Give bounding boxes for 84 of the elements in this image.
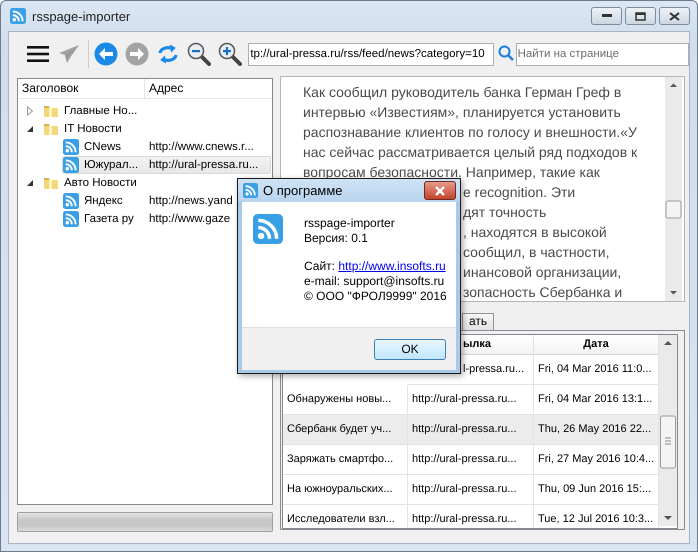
folder-icon <box>43 175 59 191</box>
collapse-arrow-icon[interactable] <box>26 179 34 187</box>
tree-item[interactable]: Южурал... http://ural-pressa.ru... <box>62 156 271 174</box>
table-cell: На южноуральских... <box>283 475 408 505</box>
tab[interactable]: ать <box>462 313 494 330</box>
table-cell: http://ural-pressa.ru... <box>412 423 517 435</box>
address-field[interactable]: tp://ural-pressa.ru/rss/feed/news?category=10 <box>248 42 494 66</box>
table-cell: Заряжать смартфо... <box>283 445 408 475</box>
folder-icon <box>43 121 59 137</box>
collapse-arrow-icon[interactable] <box>26 125 34 133</box>
minimize-button[interactable] <box>591 7 622 25</box>
table-cell: http://ural-pressa.ru... <box>412 513 517 525</box>
maximize-button[interactable] <box>625 7 656 25</box>
scrollbar[interactable] <box>665 77 682 301</box>
rss-icon <box>10 8 26 24</box>
tree-item[interactable]: Яндекс http://news.yand <box>62 192 234 210</box>
table-cell: l-pressa.ru... <box>463 363 524 375</box>
table-cell: Исследователи взл... <box>283 505 408 528</box>
close-button[interactable] <box>424 181 456 200</box>
article-line: Как сообщил руководитель банка Герман Греф в <box>303 83 622 102</box>
ok-button[interactable]: OK <box>374 338 446 360</box>
site-label: Сайт: <box>304 259 336 273</box>
rss-icon <box>243 183 258 198</box>
article-line: интервью «Известиям», планируется установить <box>303 103 621 122</box>
tree-item-title: Южурал... <box>84 159 140 171</box>
tree-item-title: CNews <box>84 141 122 153</box>
tree-item[interactable]: Главные Но... <box>42 102 138 120</box>
rss-icon <box>253 214 283 244</box>
rss-icon <box>63 157 79 173</box>
app-name: rsspage-importer <box>304 216 396 231</box>
minimize-icon[interactable] <box>602 14 612 18</box>
tree-item-title: IT Новости <box>64 123 122 135</box>
article-line: , находятся в высокой <box>463 223 607 242</box>
article-line: сообщил, в частности, <box>463 243 610 262</box>
menu-icon[interactable] <box>27 45 50 63</box>
feed-address: http://www.cnews.r... <box>149 141 254 153</box>
tree-item-title: Авто Новости <box>64 177 137 189</box>
feed-address: http://www.gaze <box>149 213 230 225</box>
table-cell: http://ural-pressa.ru... <box>412 483 517 495</box>
scrollbar[interactable] <box>659 335 677 526</box>
column-header[interactable]: Заголовок <box>18 79 145 98</box>
tree-item-title: Главные Но... <box>64 105 138 117</box>
maximize-icon[interactable] <box>635 12 646 20</box>
rss-icon <box>63 139 79 155</box>
search-field[interactable]: Найти на странице <box>516 42 690 66</box>
column-header[interactable]: ылка <box>463 338 492 350</box>
copyright-text: © ООО "ФРОЛ9999" 2016 <box>304 289 447 304</box>
email-text: e-mail: support@insofts.ru <box>304 274 446 289</box>
rss-icon <box>63 211 79 227</box>
table-cell: Сбербанк будет уч... <box>283 415 408 445</box>
table-cell: http://ural-pressa.ru... <box>412 393 517 405</box>
close-button[interactable] <box>659 7 690 25</box>
article-line: вопросам безопасности. Например, такие как <box>303 163 600 182</box>
table-cell: Thu, 26 May 2016 22... <box>534 415 659 445</box>
article-line: инансовой организации, <box>463 263 622 282</box>
article-line: e recognition. Эти <box>463 183 576 202</box>
article-line: нас сейчас рассматривается целый ряд подходов к <box>303 143 638 162</box>
site-link[interactable]: http://www.insofts.ru <box>338 259 446 273</box>
expand-arrow-icon[interactable] <box>26 106 34 116</box>
search-icon <box>498 44 514 60</box>
close-icon[interactable] <box>669 12 680 20</box>
zoom-in-icon[interactable] <box>218 42 242 66</box>
feed-address: http://news.yand <box>149 195 233 207</box>
article-line: зопасность Сбербанка и <box>463 283 622 301</box>
tree-item[interactable]: CNews http://www.cnews.r... <box>62 138 255 156</box>
tree-item-title: Яндекс <box>84 195 124 207</box>
tree-item[interactable]: Газета ру http://www.gaze <box>62 210 232 228</box>
article-line: дят точность <box>463 203 546 222</box>
column-header[interactable]: Дата <box>583 338 609 350</box>
tree-item[interactable]: Авто Новости <box>42 174 138 192</box>
tree-item[interactable]: IT Новости <box>42 120 123 138</box>
dialog-title: О программе <box>263 183 344 198</box>
back-icon[interactable] <box>94 42 118 66</box>
zoom-out-icon[interactable] <box>186 42 211 66</box>
version-text: Версия: 0.1 <box>304 231 369 246</box>
rss-icon <box>63 193 79 209</box>
tree-item-title: Газета ру <box>84 213 135 225</box>
feed-address: http://ural-pressa.ru... <box>149 159 258 171</box>
folder-icon <box>43 103 59 119</box>
column-header[interactable]: Адрес <box>145 79 272 98</box>
window-title: rsspage-importer <box>32 8 132 24</box>
refresh-icon[interactable] <box>156 42 180 66</box>
article-line: распознавание клиентов по голосу и внешности.«У <box>303 123 637 142</box>
table-cell: http://ural-pressa.ru... <box>412 453 517 465</box>
